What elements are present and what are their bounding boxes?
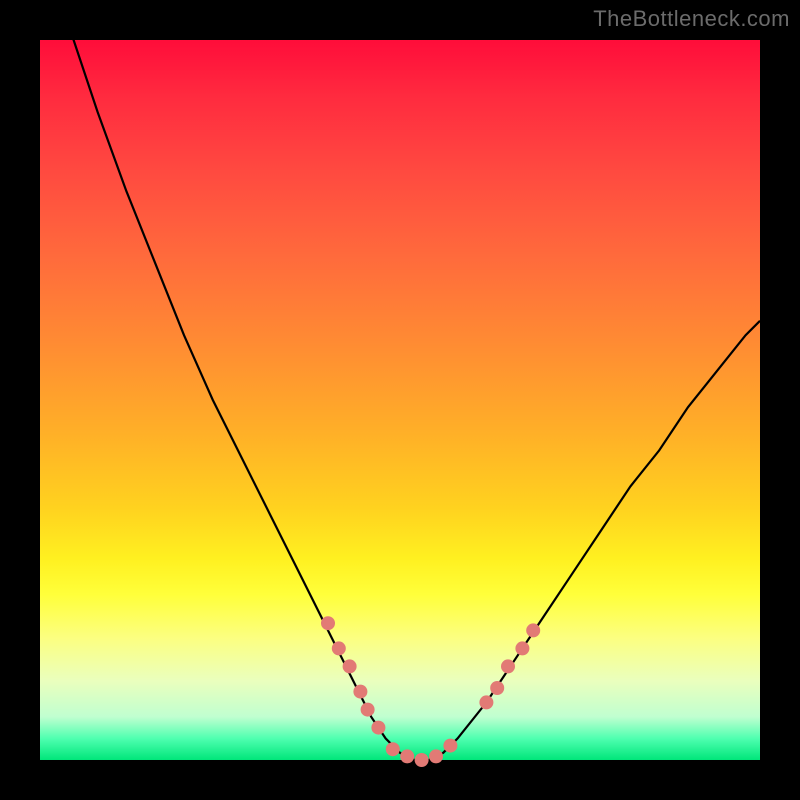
marker-dot (479, 695, 493, 709)
marker-dot (321, 616, 335, 630)
marker-dot (361, 703, 375, 717)
marker-dot (371, 721, 385, 735)
curve-svg (40, 40, 760, 760)
watermark-text: TheBottleneck.com (593, 6, 790, 32)
marker-dot (400, 749, 414, 763)
markers-group (321, 616, 540, 767)
marker-dot (343, 659, 357, 673)
bottleneck-curve (40, 0, 760, 760)
marker-dot (490, 681, 504, 695)
marker-dot (386, 742, 400, 756)
marker-dot (515, 641, 529, 655)
marker-dot (332, 641, 346, 655)
marker-dot (501, 659, 515, 673)
marker-dot (429, 749, 443, 763)
chart-frame: TheBottleneck.com (0, 0, 800, 800)
marker-dot (443, 739, 457, 753)
curve-group (40, 0, 760, 760)
marker-dot (353, 685, 367, 699)
plot-area (40, 40, 760, 760)
marker-dot (415, 753, 429, 767)
marker-dot (526, 623, 540, 637)
